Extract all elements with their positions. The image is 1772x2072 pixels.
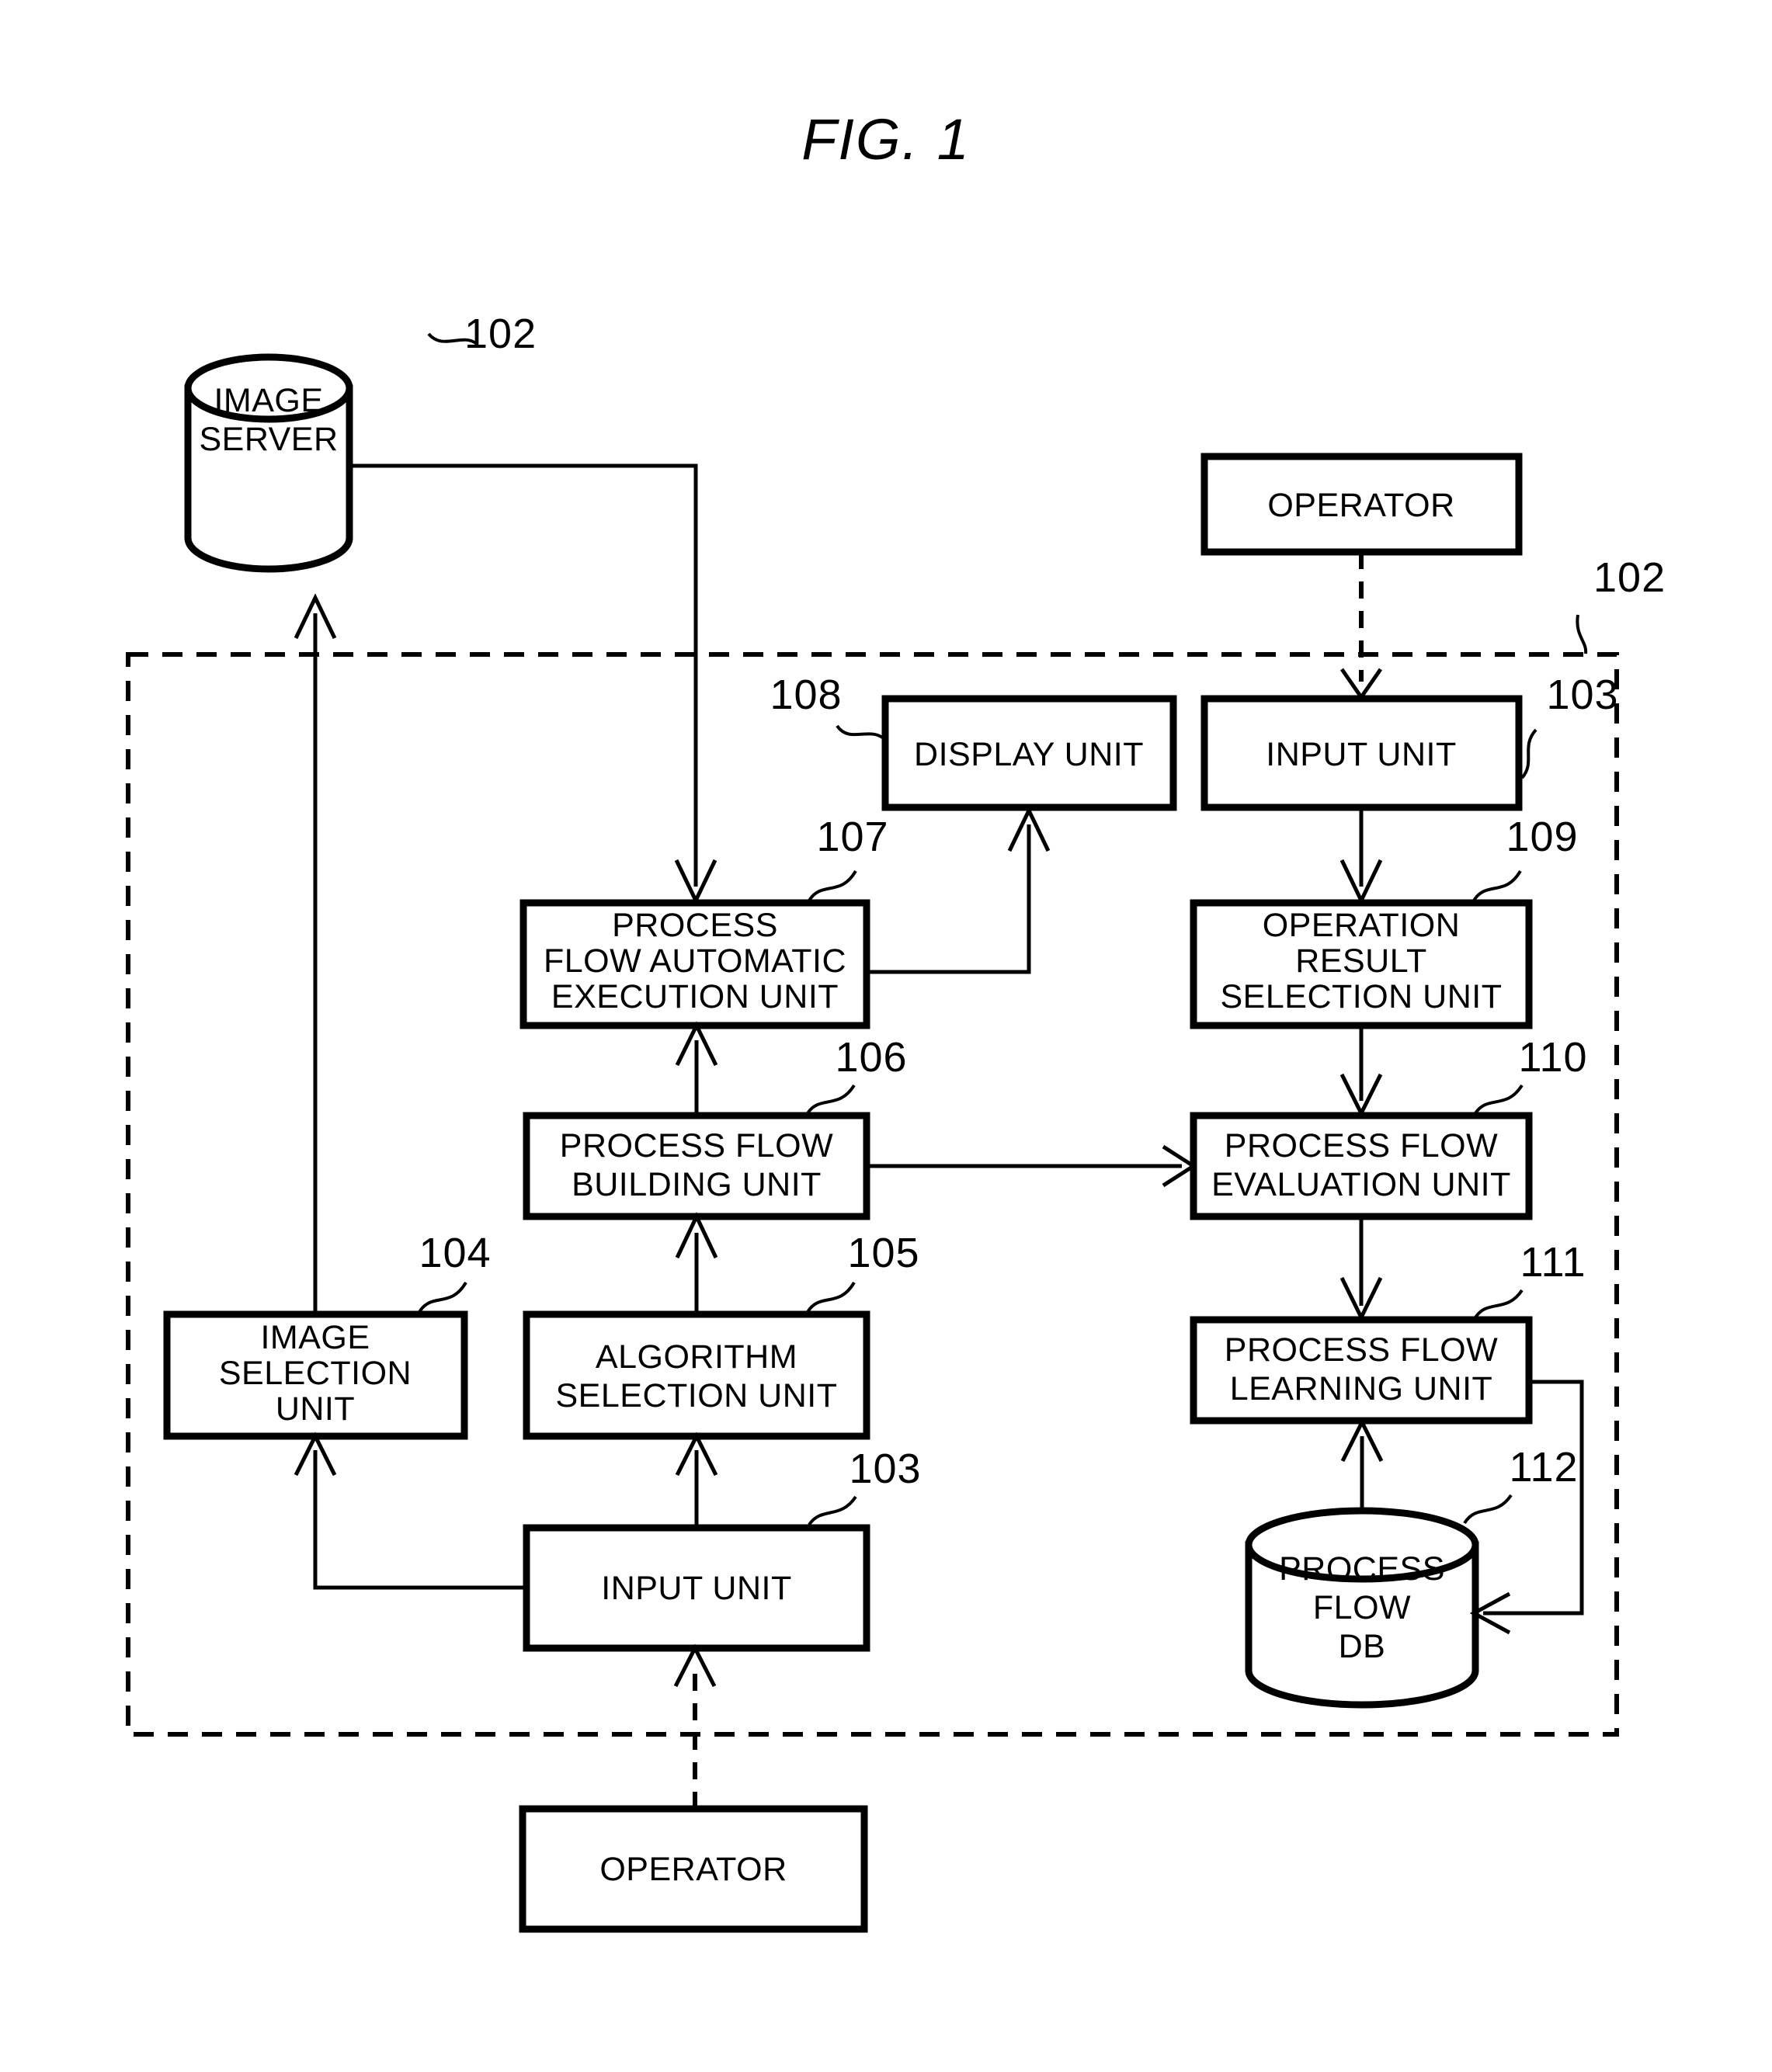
leader-line-103-bottom [808, 1495, 857, 1526]
leader-line-103-top [1520, 728, 1537, 779]
node-operation-result-selection-unit: OPERATION RESULT SELECTION UNIT [1190, 899, 1533, 1029]
algo-sel-label-line1: ALGORITHM [596, 1338, 797, 1376]
ref-number-109: 109 [1506, 814, 1578, 860]
op-result-sel-label-line2: RESULT [1295, 942, 1426, 980]
pf-evaluation-label-line1: PROCESS FLOW [1225, 1127, 1498, 1164]
leader-line-110 [1474, 1084, 1524, 1115]
image-sel-label-line1: IMAGE [260, 1319, 370, 1356]
leader-line-109 [1472, 869, 1522, 902]
ref-number-102: 102 [464, 311, 537, 357]
input-unit-bottom-label: INPUT UNIT [601, 1570, 792, 1607]
edge-image-server-to-pf-auto-exec [349, 463, 698, 887]
pf-learning-label-line2: LEARNING UNIT [1230, 1370, 1493, 1407]
image-server-label-line1: IMAGE [214, 382, 323, 419]
input-unit-top-label: INPUT UNIT [1266, 736, 1457, 773]
pf-building-label-line1: PROCESS FLOW [560, 1127, 833, 1164]
node-input-unit-bottom: INPUT UNIT [523, 1524, 870, 1652]
ref-number-105: 105 [847, 1230, 919, 1276]
ref-number-108: 108 [770, 672, 842, 718]
ref-number-110: 110 [1518, 1034, 1587, 1081]
pf-db-label-line3: DB [1339, 1628, 1386, 1665]
patent-figure-svg: FIG. 1 102 IMAGE SERVER 102 OPERATOR DIS… [126, 107, 1666, 1933]
pf-auto-exec-label-line1: PROCESS [612, 907, 778, 944]
node-process-flow-automatic-execution-unit: PROCESS FLOW AUTOMATIC EXECUTION UNIT [519, 899, 870, 1029]
leader-line-101 [1576, 614, 1588, 654]
node-process-flow-db: PROCESS FLOW DB [1245, 1507, 1479, 1709]
ref-number-112: 112 [1509, 1444, 1578, 1491]
node-process-flow-learning-unit: PROCESS FLOW LEARNING UNIT [1190, 1316, 1533, 1425]
node-operator-top: OPERATOR [1200, 453, 1523, 556]
leader-line-111 [1474, 1289, 1524, 1319]
pf-auto-exec-label-line2: FLOW AUTOMATIC [544, 942, 846, 980]
image-sel-label-line2: SELECTION [219, 1355, 412, 1392]
leader-line-105 [806, 1281, 856, 1314]
figure-title: FIG. 1 [801, 107, 971, 172]
figure-root: FIG. 1 102 IMAGE SERVER 102 OPERATOR DIS… [0, 0, 1772, 2072]
pf-db-label-line1: PROCESS [1279, 1550, 1445, 1588]
image-server-label-line2: SERVER [199, 421, 338, 458]
ref-number-101: 102 [1593, 554, 1666, 601]
node-process-flow-evaluation-unit: PROCESS FLOW EVALUATION UNIT [1190, 1112, 1533, 1220]
leader-line-107 [808, 869, 857, 902]
operator-bottom-label: OPERATOR [599, 1851, 787, 1888]
pf-auto-exec-label-line3: EXECUTION UNIT [551, 978, 839, 1015]
ref-number-106: 106 [835, 1034, 907, 1081]
edge-pf-auto-exec-to-display-unit [867, 824, 1031, 974]
display-unit-label: DISPLAY UNIT [914, 736, 1144, 773]
node-operator-bottom: OPERATOR [519, 1805, 868, 1933]
pf-db-label-line2: FLOW [1313, 1589, 1411, 1626]
pf-learning-label-line1: PROCESS FLOW [1225, 1331, 1498, 1369]
ref-number-111: 111 [1520, 1239, 1586, 1286]
node-display-unit: DISPLAY UNIT [881, 695, 1177, 811]
node-input-unit-top: INPUT UNIT [1200, 695, 1523, 811]
leader-line-108 [836, 724, 885, 740]
ref-number-103-bottom: 103 [849, 1446, 921, 1492]
leader-line-106 [806, 1084, 856, 1115]
edge-input-unit-bottom-to-image-sel [313, 1450, 526, 1590]
pf-building-label-line2: BUILDING UNIT [572, 1166, 822, 1203]
ref-number-107: 107 [816, 814, 888, 860]
op-result-sel-label-line1: OPERATION [1263, 907, 1461, 944]
algo-sel-label-line2: SELECTION UNIT [556, 1377, 838, 1414]
node-algorithm-selection-unit: ALGORITHM SELECTION UNIT [523, 1310, 870, 1440]
node-image-server: IMAGE SERVER [184, 353, 353, 573]
operator-top-label: OPERATOR [1267, 487, 1454, 524]
node-image-selection-unit: IMAGE SELECTION UNIT [163, 1310, 468, 1440]
leader-line-104 [418, 1281, 467, 1314]
ref-number-103-top: 103 [1546, 672, 1618, 718]
op-result-sel-label-line3: SELECTION UNIT [1221, 978, 1503, 1015]
image-sel-label-line3: UNIT [276, 1390, 355, 1428]
pf-evaluation-label-line2: EVALUATION UNIT [1211, 1166, 1511, 1203]
leader-line-112 [1463, 1494, 1513, 1525]
ref-number-104: 104 [419, 1230, 491, 1276]
node-process-flow-building-unit: PROCESS FLOW BUILDING UNIT [523, 1112, 870, 1220]
